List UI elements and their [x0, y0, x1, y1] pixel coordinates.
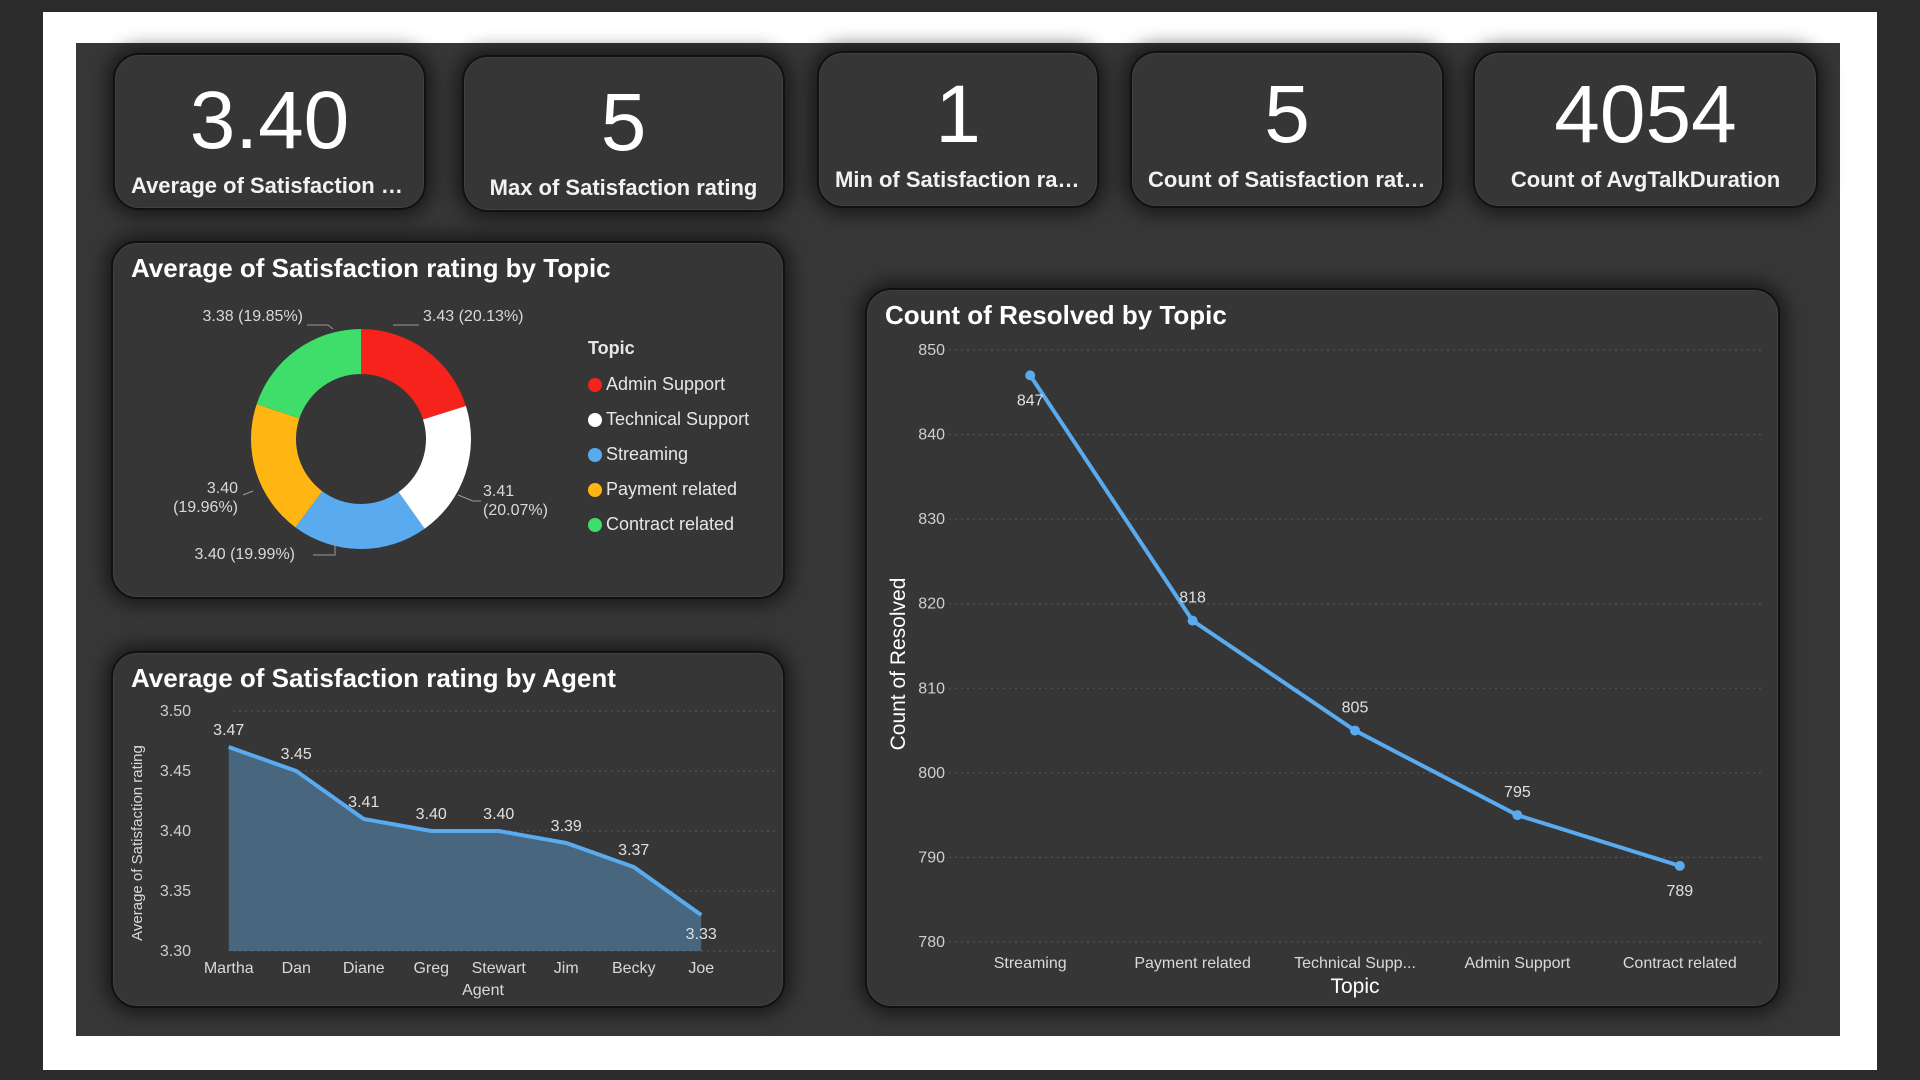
kpi-label: Count of AvgTalkDuration: [1510, 167, 1781, 192]
x-tick-label: Jim: [554, 960, 579, 977]
kpi-value: 3.40: [189, 75, 350, 166]
topic-donut-card[interactable]: Average of Satisfaction rating by Topic …: [111, 241, 785, 599]
x-axis-title: Agent: [462, 982, 504, 999]
x-axis-title: Topic: [1330, 975, 1379, 998]
line-data-label: 805: [1342, 700, 1369, 717]
legend-item-payment-related[interactable]: Payment related: [588, 472, 749, 507]
y-axis-title: Average of Satisfaction rating: [129, 745, 146, 941]
data-point[interactable]: [1512, 810, 1523, 821]
legend-label: Admin Support: [606, 374, 726, 394]
kpi-card-count-satisfaction[interactable]: 5 Count of Satisfaction rating: [1130, 51, 1444, 208]
area-chart: 3.30 3.35 3.40 3.45 3.50 3.47 Martha 3.45 Dan 3.4…: [129, 703, 775, 999]
kpi-label: Average of Satisfaction rating: [131, 173, 408, 198]
x-tick-label: Contract related: [1623, 955, 1737, 972]
legend-swatch: [588, 412, 602, 427]
data-point[interactable]: [1350, 725, 1360, 736]
area-data-label: 3.37: [618, 842, 649, 859]
y-tick-label: 3.50: [160, 703, 191, 720]
kpi-label: Count of Satisfaction rating: [1148, 167, 1426, 192]
line-chart: 780 790 800 810 820 830 840 850 847 Streaming 818 P…: [887, 342, 1761, 998]
legend-swatch: [588, 377, 602, 392]
line-data-label: 847: [1017, 392, 1044, 409]
kpi-value: 1: [935, 69, 981, 160]
kpi-card-min-satisfaction[interactable]: 1 Min of Satisfaction rating: [817, 51, 1099, 208]
kpi-label: Max of Satisfaction rating: [489, 175, 758, 200]
y-tick-label: 790: [918, 849, 945, 866]
x-tick-label: Diane: [343, 960, 385, 977]
legend-item-technical-support[interactable]: Technical Support: [588, 402, 749, 437]
x-tick-label: Greg: [413, 960, 449, 977]
legend-items: Admin Support Technical Support Streaming P…: [588, 367, 749, 542]
area-data-label: 3.41: [348, 794, 379, 811]
donut-data-label: 3.41 (20.07%): [483, 483, 548, 519]
legend-swatch: [588, 517, 602, 532]
legend-swatch: [588, 447, 602, 462]
donut-data-label: 3.40 (19.96%): [173, 480, 238, 516]
donut-chart: 3.43 (20.13%) 3.41 (20.07%) 3.40 (19.99%) 3.…: [173, 308, 548, 563]
line-data-label: 818: [1179, 590, 1206, 607]
y-tick-label: 820: [918, 596, 945, 613]
donut-label-leader: [307, 324, 334, 330]
legend-label: Technical Support: [606, 409, 750, 429]
y-tick-label: 780: [918, 934, 945, 951]
data-point[interactable]: [1674, 860, 1685, 871]
kpi-value: 5: [1264, 69, 1310, 160]
y-tick-label: 810: [918, 680, 945, 697]
y-tick-label: 800: [918, 765, 945, 782]
kpi-card-max-satisfaction[interactable]: 5 Max of Satisfaction rating: [462, 55, 785, 212]
area-data-label: 3.47: [213, 722, 244, 739]
agent-area-card[interactable]: Average of Satisfaction rating by Agent …: [111, 651, 785, 1008]
x-tick-label: Stewart: [472, 960, 527, 977]
legend-item-admin-support[interactable]: Admin Support: [588, 367, 749, 402]
kpi-value: 5: [600, 77, 647, 168]
data-point[interactable]: [1025, 370, 1036, 381]
area-data-label: 3.39: [551, 818, 582, 835]
x-tick-label: Streaming: [994, 955, 1067, 972]
kpi-label: Min of Satisfaction rating: [835, 167, 1081, 192]
legend-label: Streaming: [606, 444, 689, 464]
y-axis-title: Count of Resolved: [887, 578, 910, 751]
x-tick-label: Martha: [204, 960, 254, 977]
donut-label-leader: [242, 490, 254, 496]
topic-legend: Topic Admin Support Technical Support Stre…: [588, 338, 749, 542]
donut-label-leader: [457, 494, 481, 502]
x-tick-label: Dan: [282, 960, 311, 977]
legend-item-streaming[interactable]: Streaming: [588, 437, 749, 472]
legend-label: Payment related: [606, 479, 738, 499]
area-data-label: 3.40: [416, 806, 447, 823]
resolved-line: [1028, 374, 1681, 868]
legend-title: Topic: [588, 338, 635, 358]
x-tick-label: Joe: [688, 960, 714, 977]
y-tick-label: 3.45: [160, 763, 191, 780]
legend-item-contract-related[interactable]: Contract related: [588, 507, 749, 542]
y-tick-label: 850: [918, 342, 945, 359]
y-tick-label: 3.30: [160, 943, 191, 960]
line-data-label: 789: [1666, 883, 1693, 900]
legend-label: Contract related: [606, 514, 735, 534]
kpi-card-count-avgtalkduration[interactable]: 4054 Count of AvgTalkDuration: [1473, 51, 1818, 208]
y-tick-label: 3.35: [160, 883, 191, 900]
kpi-value: 4054: [1554, 69, 1737, 160]
legend-swatch: [588, 482, 602, 497]
x-tick-label: Becky: [612, 960, 656, 977]
donut-slice-admin-support[interactable]: [361, 329, 466, 420]
y-tick-label: 840: [918, 427, 945, 444]
resolved-line-card[interactable]: Count of Resolved by Topic 780 790 800 810 8…: [865, 288, 1780, 1008]
y-tick-label: 3.40: [160, 823, 191, 840]
x-tick-label: Admin Support: [1464, 955, 1570, 972]
line-data-label: 795: [1504, 784, 1531, 801]
x-tick-label: Technical Supp...: [1294, 955, 1416, 972]
y-tick-label: 830: [918, 511, 945, 528]
donut-data-label: 3.43 (20.13%): [423, 308, 524, 325]
dashboard-canvas: 3.40 Average of Satisfaction rating 5 Ma…: [76, 43, 1840, 1036]
x-tick-label: Payment related: [1134, 955, 1251, 972]
data-point[interactable]: [1187, 615, 1198, 626]
donut-data-label: 3.38 (19.85%): [202, 308, 303, 325]
donut-slice-contract-related[interactable]: [256, 329, 361, 419]
area-data-label: 3.40: [483, 806, 514, 823]
area-data-label: 3.45: [281, 746, 312, 763]
donut-data-label: 3.40 (19.99%): [194, 546, 295, 563]
kpi-card-average-satisfaction[interactable]: 3.40 Average of Satisfaction rating: [113, 53, 426, 210]
area-data-label: 3.33: [686, 926, 717, 943]
